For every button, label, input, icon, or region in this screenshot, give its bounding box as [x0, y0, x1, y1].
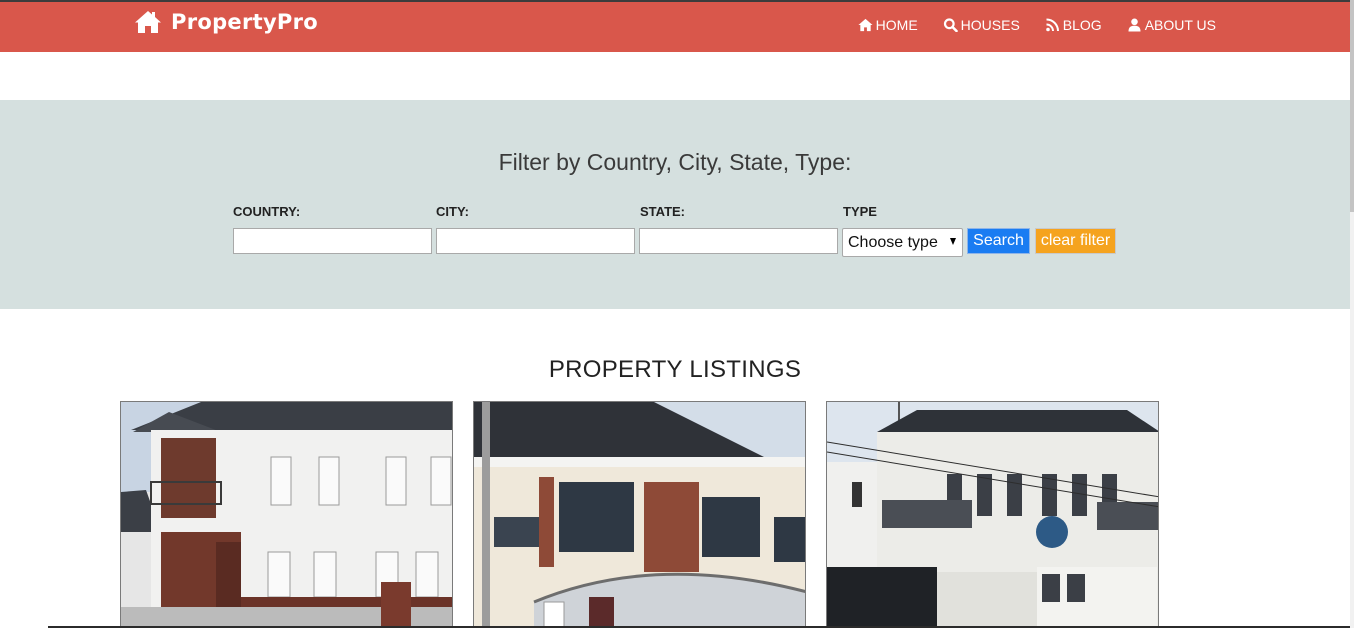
scrollbar[interactable]: [1350, 0, 1354, 628]
state-label: STATE:: [640, 204, 686, 219]
house-photo: [474, 402, 805, 628]
country-input[interactable]: [233, 228, 432, 254]
rss-icon: [1045, 18, 1059, 32]
filter-section: Filter by Country, City, State, Type: CO…: [0, 100, 1350, 309]
country-label: COUNTRY:: [233, 204, 301, 219]
top-navbar: PropertyPro HOME HOUSES BLOG ABOUT US: [0, 0, 1350, 52]
nav-houses[interactable]: HOUSES: [943, 17, 1020, 33]
state-input[interactable]: [639, 228, 838, 254]
nav-houses-label: HOUSES: [960, 17, 1020, 33]
type-select-value: Choose type: [848, 233, 938, 251]
brand-name: PropertyPro: [171, 10, 319, 34]
main-nav: HOME HOUSES BLOG ABOUT US: [833, 17, 1216, 33]
property-card[interactable]: [826, 401, 1159, 628]
property-card[interactable]: [473, 401, 806, 628]
city-input[interactable]: [436, 228, 635, 254]
page: PropertyPro HOME HOUSES BLOG ABOUT US Fi…: [0, 0, 1354, 628]
search-icon: [943, 18, 958, 32]
dropdown-arrow-icon: [950, 238, 956, 245]
nav-about-us[interactable]: ABOUT US: [1127, 17, 1216, 33]
house-photo: [827, 402, 1158, 628]
search-button[interactable]: Search: [967, 228, 1030, 254]
city-label: CITY:: [436, 204, 469, 219]
brand-logo[interactable]: PropertyPro: [134, 10, 318, 34]
user-icon: [1128, 18, 1141, 32]
scrollbar-thumb[interactable]: [1350, 0, 1354, 212]
nav-about-us-label: ABOUT US: [1144, 17, 1216, 33]
nav-blog-label: BLOG: [1062, 17, 1102, 33]
clear-filter-button[interactable]: clear filter: [1035, 228, 1116, 254]
nav-blog[interactable]: BLOG: [1045, 17, 1102, 33]
house-photo: [121, 402, 452, 628]
type-select[interactable]: Choose type: [842, 228, 963, 257]
nav-home[interactable]: HOME: [858, 17, 918, 33]
type-label: TYPE: [843, 204, 877, 219]
home-icon: [135, 11, 161, 33]
home-icon: [858, 18, 873, 32]
nav-home-label: HOME: [875, 17, 918, 33]
listings-title: PROPERTY LISTINGS: [548, 356, 802, 383]
filter-title: Filter by Country, City, State, Type:: [498, 149, 852, 175]
property-card[interactable]: [120, 401, 453, 628]
